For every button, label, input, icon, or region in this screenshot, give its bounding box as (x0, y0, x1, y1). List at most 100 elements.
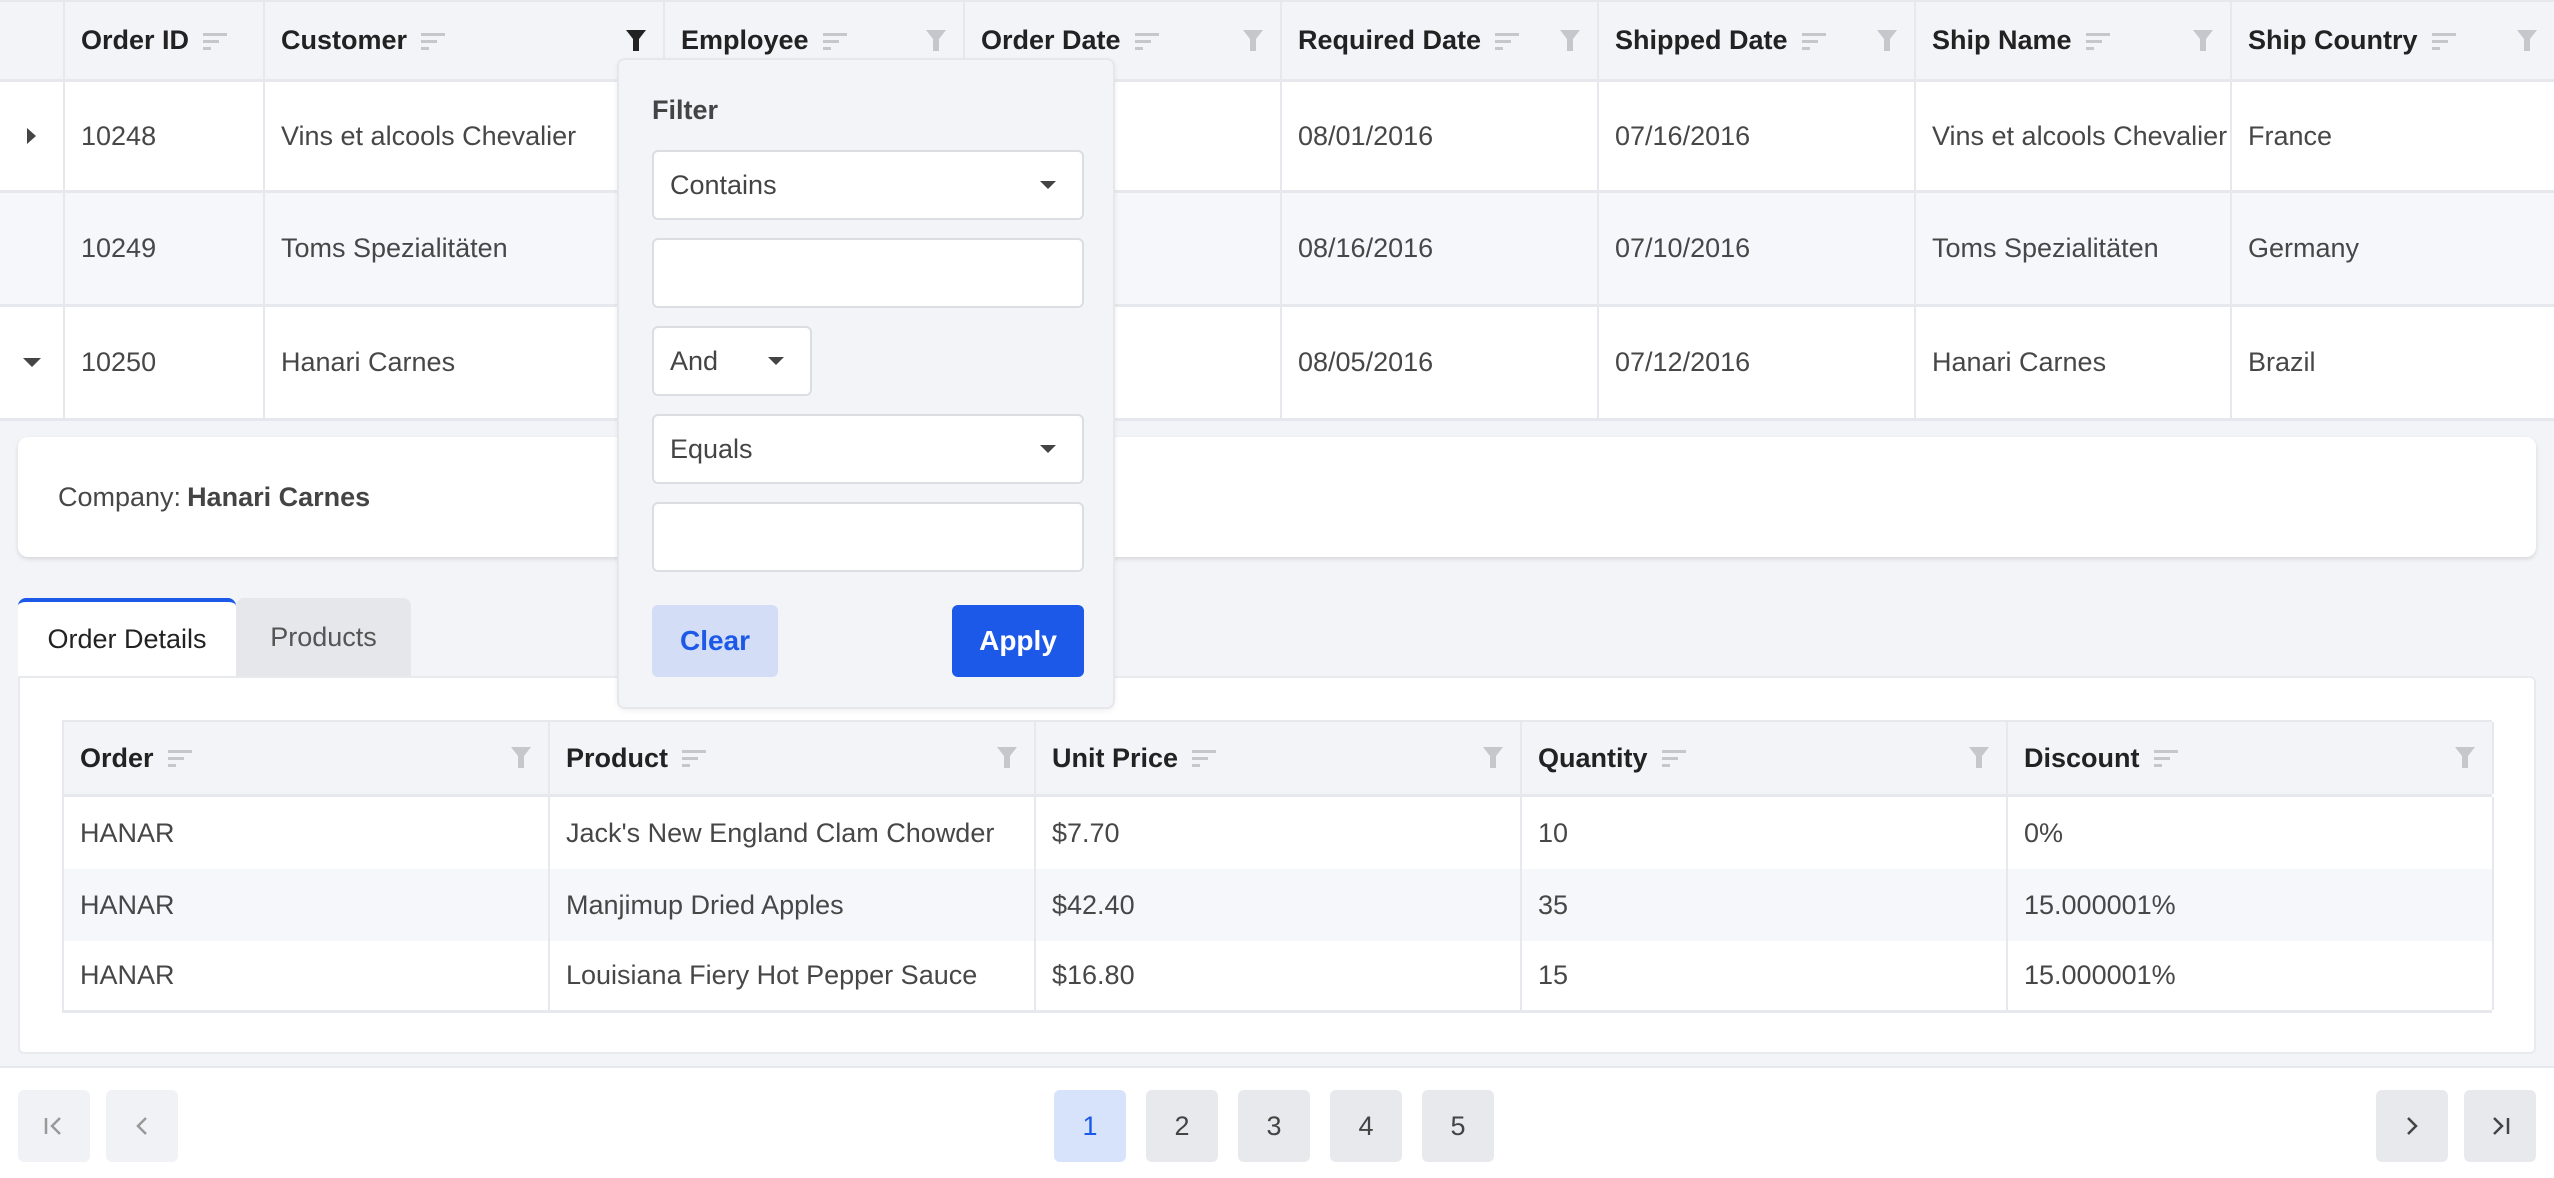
sort-icon[interactable] (822, 32, 847, 50)
header-expander-cell (0, 2, 65, 79)
table-row[interactable]: 10250 Hanari Carnes 08/05/2016 07/12/201… (0, 307, 2554, 421)
header-order-id[interactable]: Order ID (65, 2, 265, 79)
header-ship-name[interactable]: Ship Name (1916, 2, 2232, 79)
cell-ship-country: Brazil (2248, 347, 2316, 377)
cell-ship-name: Hanari Carnes (1916, 307, 2232, 418)
sort-icon[interactable] (203, 32, 228, 50)
header-unit-price[interactable]: Unit Price (1036, 722, 1522, 794)
filter-icon[interactable] (1242, 29, 1264, 53)
cell-unit-price: $7.70 (1036, 797, 1522, 869)
operator2-select[interactable]: Equals (652, 414, 1084, 484)
cell-quantity: 35 (1522, 869, 2008, 941)
cell-order-id: 10249 (65, 193, 265, 304)
cell-quantity: 15 (1522, 941, 2008, 1010)
value2-field[interactable] (670, 504, 1082, 570)
filter-icon-active[interactable] (625, 29, 647, 53)
filter-icon[interactable] (925, 29, 947, 53)
cell-order: HANAR (64, 941, 550, 1010)
cell-ship-name: Toms Spezialitäten (1916, 193, 2232, 304)
cell-order: HANAR (64, 797, 550, 869)
cell-required-date: 08/01/2016 (1282, 82, 1599, 190)
value1-field[interactable] (670, 240, 1082, 306)
cell-product: Jack's New England Clam Chowder (550, 797, 1036, 869)
table-row[interactable]: HANAR Jack's New England Clam Chowder $7… (62, 797, 2494, 869)
chevron-down-icon (768, 357, 784, 365)
cell-required-date: 08/05/2016 (1282, 307, 1599, 418)
cell-shipped-date: 07/10/2016 (1599, 193, 1916, 304)
company-detail-card: Company: Hanari Carnes (18, 437, 2536, 557)
cell-ship-country: Germany (2248, 233, 2360, 263)
expand-toggle[interactable] (0, 82, 65, 190)
header-product[interactable]: Product (550, 722, 1036, 794)
collapse-toggle[interactable] (0, 307, 65, 418)
header-quantity[interactable]: Quantity (1522, 722, 2008, 794)
clear-button[interactable]: Clear (652, 605, 778, 677)
next-page-button[interactable] (2376, 1090, 2448, 1162)
sort-icon[interactable] (1134, 32, 1159, 50)
page-4-button[interactable]: 4 (1330, 1090, 1402, 1162)
last-page-icon (2493, 1117, 2510, 1135)
tab-order-details[interactable]: Order Details (18, 598, 236, 676)
chevron-down-icon (1040, 445, 1056, 453)
filter-icon[interactable] (510, 746, 532, 770)
header-required-date[interactable]: Required Date (1282, 2, 1599, 79)
cell-customer: Toms Spezialitäten (265, 193, 665, 304)
header-order[interactable]: Order (64, 722, 550, 794)
previous-page-button[interactable] (106, 1090, 178, 1162)
cell-ship-name: Vins et alcools Chevalier (1916, 82, 2232, 190)
filter-icon[interactable] (1876, 29, 1898, 53)
operator1-select[interactable]: Contains (652, 150, 1084, 220)
sort-icon[interactable] (1661, 749, 1686, 767)
cell-order: HANAR (64, 869, 550, 941)
header-shipped-date[interactable]: Shipped Date (1599, 2, 1916, 79)
sort-icon[interactable] (2431, 32, 2456, 50)
table-row[interactable]: 10248 Vins et alcools Chevalier 08/01/20… (0, 82, 2554, 193)
header-discount[interactable]: Discount (2008, 722, 2494, 794)
last-page-button[interactable] (2464, 1090, 2536, 1162)
filter-icon[interactable] (1482, 746, 1504, 770)
apply-button[interactable]: Apply (952, 605, 1084, 677)
cell-order-id: 10250 (65, 307, 265, 418)
header-customer[interactable]: Customer (265, 2, 665, 79)
caret-right-icon (27, 128, 36, 144)
sort-icon[interactable] (2085, 32, 2110, 50)
filter-icon[interactable] (1559, 29, 1581, 53)
sort-icon[interactable] (421, 32, 446, 50)
expander-cell-empty (0, 193, 65, 304)
cell-shipped-date: 07/16/2016 (1599, 82, 1916, 190)
page-5-button[interactable]: 5 (1422, 1090, 1494, 1162)
header-ship-country[interactable]: Ship Country (2232, 2, 2554, 79)
cell-customer: Vins et alcools Chevalier (265, 82, 665, 190)
sort-icon[interactable] (1192, 749, 1217, 767)
page-2-button[interactable]: 2 (1146, 1090, 1218, 1162)
table-row[interactable]: 10249 Toms Spezialitäten 08/16/2016 07/1… (0, 193, 2554, 307)
first-page-icon (44, 1117, 61, 1135)
sort-icon[interactable] (2153, 749, 2178, 767)
filter-popup: Filter Contains And Equals Clear Apply (617, 58, 1115, 709)
inner-header-row: Order Product Unit Price Quantity Discou… (62, 720, 2494, 797)
filter-icon[interactable] (2516, 29, 2538, 53)
filter-icon[interactable] (2454, 746, 2476, 770)
pager: 1 2 3 4 5 (0, 1066, 2554, 1178)
cell-unit-price: $42.40 (1036, 869, 1522, 941)
sort-icon[interactable] (682, 749, 707, 767)
filter-icon[interactable] (996, 746, 1018, 770)
sort-icon[interactable] (1495, 32, 1520, 50)
value2-input[interactable] (652, 502, 1084, 572)
cell-product: Louisiana Fiery Hot Pepper Sauce (550, 941, 1036, 1010)
filter-icon[interactable] (1968, 746, 1990, 770)
logic-select[interactable]: And (652, 326, 812, 396)
table-row[interactable]: HANAR Louisiana Fiery Hot Pepper Sauce $… (62, 941, 2494, 1013)
filter-icon[interactable] (2192, 29, 2214, 53)
sort-icon[interactable] (1801, 32, 1826, 50)
table-row[interactable]: HANAR Manjimup Dried Apples $42.40 35 15… (62, 869, 2494, 941)
value1-input[interactable] (652, 238, 1084, 308)
first-page-button[interactable] (18, 1090, 90, 1162)
page-1-button[interactable]: 1 (1054, 1090, 1126, 1162)
cell-required-date: 08/16/2016 (1282, 193, 1599, 304)
cell-discount: 0% (2008, 797, 2494, 869)
cell-quantity: 10 (1522, 797, 2008, 869)
tab-products[interactable]: Products (236, 598, 411, 676)
page-3-button[interactable]: 3 (1238, 1090, 1310, 1162)
sort-icon[interactable] (167, 749, 192, 767)
